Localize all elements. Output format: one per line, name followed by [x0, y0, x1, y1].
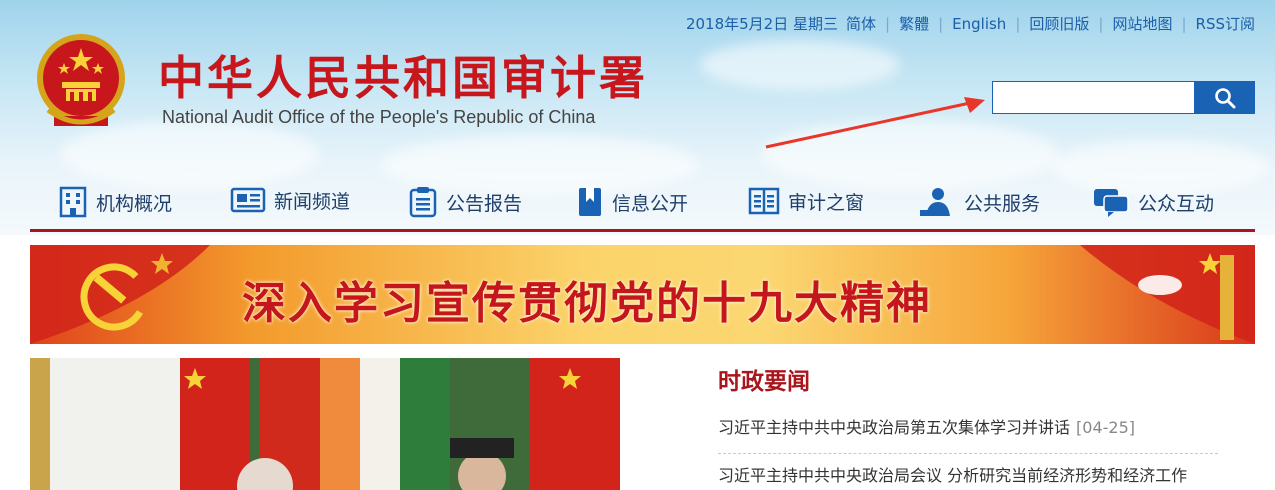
news-item-title: 习近平主持中共中央政治局第五次集体学习并讲话 [718, 418, 1071, 437]
link-simplified[interactable]: 简体 [846, 13, 876, 34]
nav-item-audit-window[interactable]: 审计之窗 [748, 186, 864, 216]
nav-item-public-interaction[interactable]: 公众互动 [1092, 186, 1214, 218]
clipboard-icon [409, 187, 437, 218]
nav-label: 公共服务 [964, 192, 1041, 215]
main-navigation: 机构概况 新闻频道 公告报告 信息公开 审计之窗 公共服务 公众互动 [30, 182, 1255, 228]
nav-label: 新闻频道 [274, 190, 351, 213]
link-rss[interactable]: RSS订阅 [1196, 13, 1255, 34]
nav-label: 公告报告 [446, 192, 523, 215]
nav-item-info-disclosure[interactable]: 信息公开 [576, 186, 688, 218]
search-icon [1214, 87, 1235, 108]
search-button[interactable] [1194, 81, 1255, 114]
search-input[interactable] [992, 81, 1195, 114]
open-book-icon [748, 187, 780, 215]
news-item-date: [04-25] [1076, 418, 1135, 437]
nav-item-public-service[interactable]: 公共服务 [918, 186, 1040, 218]
nav-item-organization[interactable]: 机构概况 [58, 186, 172, 218]
site-title[interactable]: 中华人民共和国审计署 [158, 42, 648, 108]
current-date: 2018年5月2日 星期三 [685, 15, 838, 33]
nav-item-announcements[interactable]: 公告报告 [408, 186, 522, 218]
section-title-news[interactable]: 时政要闻 [718, 362, 810, 396]
link-sitemap[interactable]: 网站地图 [1112, 13, 1172, 34]
link-old-version[interactable]: 回顾旧版 [1029, 13, 1089, 34]
news-item-title: 习近平主持中共中央政治局会议 分析研究当前经济形势和经济工作 [718, 466, 1188, 485]
news-divider [718, 453, 1218, 454]
nav-divider-line [30, 229, 1255, 232]
news-item[interactable]: 习近平主持中共中央政治局第五次集体学习并讲话 [04-25] [718, 414, 1135, 438]
news-item[interactable]: 习近平主持中共中央政治局会议 分析研究当前经济形势和经济工作 [718, 462, 1187, 486]
nav-label: 审计之窗 [788, 191, 865, 214]
building-icon [59, 186, 87, 218]
national-emblem-logo[interactable] [34, 30, 128, 134]
newspaper-icon [230, 187, 266, 213]
nav-label: 机构概况 [96, 192, 173, 215]
nav-label: 信息公开 [612, 192, 689, 215]
news-photo[interactable] [30, 358, 620, 490]
annotation-arrow [765, 97, 985, 149]
banner-slogan: 深入学习宣传贯彻党的十九大精神 [242, 278, 932, 329]
person-desk-icon [920, 188, 950, 216]
link-english[interactable]: English [952, 15, 1006, 33]
site-subtitle: National Audit Office of the People's Re… [162, 107, 596, 127]
link-traditional[interactable]: 繁體 [899, 13, 929, 34]
leaders-meeting-photo [30, 358, 620, 490]
nav-item-news[interactable]: 新闻频道 [230, 186, 350, 214]
promo-banner[interactable]: 深入学习宣传贯彻党的十九大精神 [30, 245, 1255, 344]
chat-bubbles-icon [1094, 189, 1129, 217]
top-utility-bar: 2018年5月2日 星期三 简体 | 繁體 | English | 回顾旧版 |… [685, 13, 1255, 34]
bookmark-book-icon [579, 188, 601, 216]
nav-label: 公众互动 [1138, 192, 1215, 215]
